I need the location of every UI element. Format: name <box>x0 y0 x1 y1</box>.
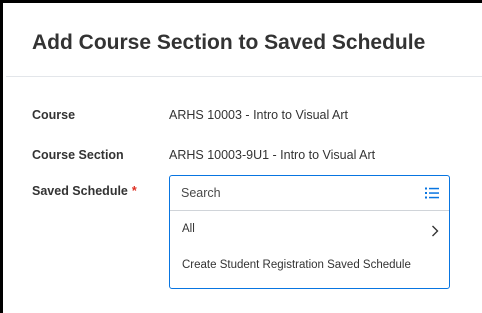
title-divider <box>6 76 482 77</box>
course-label: Course <box>32 108 76 122</box>
chevron-right-icon <box>432 225 439 237</box>
prompt-search-row <box>170 176 449 211</box>
saved-schedule-label: Saved Schedule <box>32 184 128 198</box>
saved-schedule-label-wrap: Saved Schedule * <box>32 184 137 198</box>
saved-schedule-prompt[interactable]: All Create Student Registration Saved Sc… <box>169 175 450 289</box>
dialog-title: Add Course Section to Saved Schedule <box>32 31 426 54</box>
course-section-value: ARHS 10003-9U1 - Intro to Visual Art <box>169 148 376 162</box>
option-create-saved-schedule[interactable]: Create Student Registration Saved Schedu… <box>170 251 449 281</box>
option-create-label: Create Student Registration Saved Schedu… <box>182 259 411 271</box>
list-icon[interactable] <box>424 185 440 201</box>
required-indicator: * <box>131 184 137 198</box>
course-value: ARHS 10003 - Intro to Visual Art <box>169 108 349 122</box>
option-all-label: All <box>182 223 195 235</box>
course-section-label: Course Section <box>32 148 124 162</box>
search-input[interactable] <box>181 183 401 203</box>
dialog: Add Course Section to Saved Schedule Cou… <box>0 0 482 313</box>
option-all[interactable]: All <box>170 215 449 245</box>
